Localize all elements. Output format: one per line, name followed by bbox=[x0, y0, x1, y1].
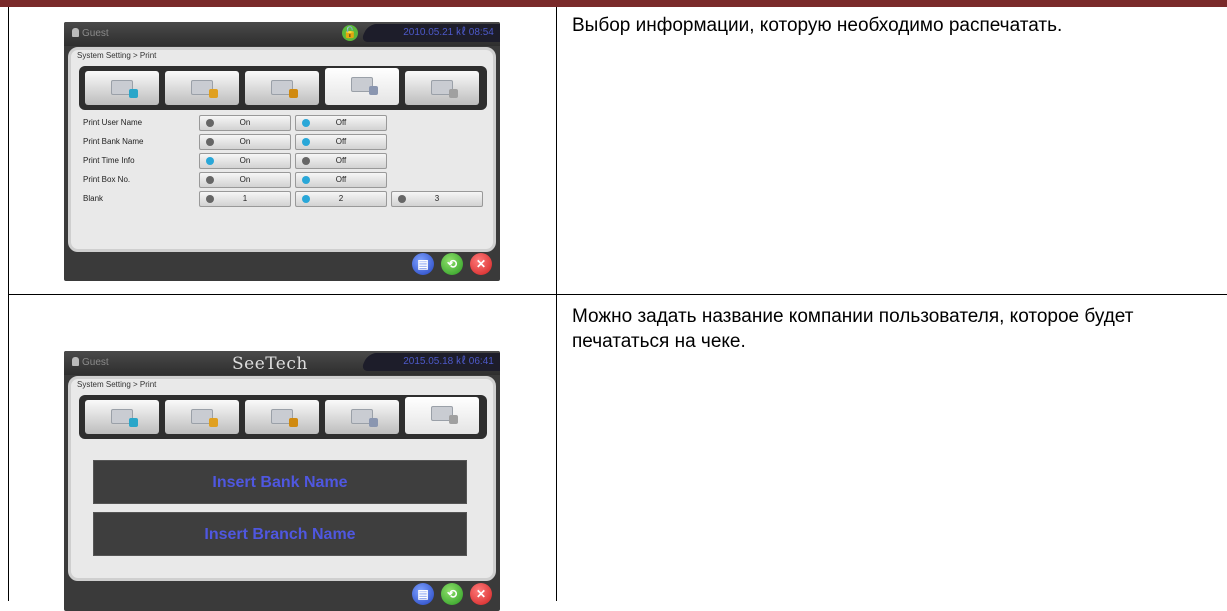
tab-user[interactable] bbox=[165, 71, 239, 105]
option-off[interactable]: Off bbox=[295, 172, 387, 188]
option-on[interactable]: On bbox=[199, 153, 291, 169]
option-off[interactable]: Off bbox=[295, 134, 387, 150]
table-row: Guest 🔓 2010.05.21 ㎘ 08:54 System Settin… bbox=[9, 7, 1227, 295]
option-on[interactable]: On bbox=[199, 134, 291, 150]
setting-row-bank-name: Print Bank Name On Off bbox=[79, 133, 487, 152]
setting-row-box-no: Print Box No. On Off bbox=[79, 171, 487, 190]
radio-dot-icon bbox=[302, 176, 310, 184]
setting-label: Print Time Info bbox=[83, 156, 135, 165]
option-off[interactable]: Off bbox=[295, 115, 387, 131]
breadcrumb: System Setting > Print bbox=[77, 51, 157, 60]
radio-dot-icon bbox=[206, 138, 214, 146]
setting-label: Print User Name bbox=[83, 118, 143, 127]
datetime-display: 2010.05.21 ㎘ 08:54 bbox=[360, 24, 500, 42]
radio-dot-icon bbox=[206, 176, 214, 184]
breadcrumb: System Setting > Print bbox=[77, 380, 157, 389]
table-row: Guest SeeTech 2015.05.18 ㎘ 06:41 System … bbox=[9, 296, 1227, 611]
printer-user-icon bbox=[191, 80, 218, 98]
option-on[interactable]: On bbox=[199, 115, 291, 131]
settings-list: Print User Name On Off Print Bank Name O… bbox=[79, 114, 487, 209]
option-on[interactable]: On bbox=[199, 172, 291, 188]
radio-dot-icon bbox=[206, 195, 214, 203]
tab-print[interactable] bbox=[325, 68, 399, 105]
return-icon[interactable]: ⟲ bbox=[441, 253, 463, 275]
tab-bar bbox=[79, 395, 487, 439]
header-bar bbox=[0, 0, 1227, 7]
setting-label: Blank bbox=[83, 194, 104, 203]
option-off[interactable]: Off bbox=[295, 153, 387, 169]
bank-name-input[interactable]: Insert Bank Name bbox=[93, 460, 467, 504]
tab-user[interactable] bbox=[165, 400, 239, 434]
user-label: Guest bbox=[72, 357, 109, 368]
row-description: Выбор информации, которую необходимо рас… bbox=[572, 15, 1063, 36]
setting-label: Print Bank Name bbox=[83, 137, 144, 146]
tab-print[interactable] bbox=[325, 400, 399, 434]
setting-label: Print Box No. bbox=[83, 175, 131, 184]
radio-dot-icon bbox=[206, 119, 214, 127]
tab-header[interactable] bbox=[405, 71, 479, 105]
settings-panel: System Setting > Print Insert Bank Name … bbox=[68, 376, 496, 581]
radio-dot-icon bbox=[302, 119, 310, 127]
printer-gear-icon bbox=[271, 409, 298, 427]
close-icon[interactable]: ✕ bbox=[470, 583, 492, 605]
tab-header[interactable] bbox=[405, 397, 479, 434]
printer-header-icon bbox=[431, 80, 458, 98]
device-screenshot-bank-name: Guest SeeTech 2015.05.18 ㎘ 06:41 System … bbox=[64, 351, 500, 611]
close-icon[interactable]: ✕ bbox=[470, 253, 492, 275]
user-icon bbox=[72, 357, 79, 366]
option-2[interactable]: 2 bbox=[295, 191, 387, 207]
radio-dot-icon bbox=[302, 157, 310, 165]
tab-display[interactable] bbox=[85, 400, 159, 434]
settings-panel: System Setting > Print Print User Name O… bbox=[68, 47, 496, 252]
branch-name-input[interactable]: Insert Branch Name bbox=[93, 512, 467, 556]
printer-icon bbox=[351, 77, 378, 95]
brand-logo: SeeTech bbox=[232, 354, 308, 374]
tab-config[interactable] bbox=[245, 400, 319, 434]
printer-user-icon bbox=[191, 409, 218, 427]
status-bar: Guest 🔓 2010.05.21 ㎘ 08:54 bbox=[64, 22, 500, 46]
printer-header-icon bbox=[431, 406, 458, 424]
return-icon[interactable]: ⟲ bbox=[441, 583, 463, 605]
option-3[interactable]: 3 bbox=[391, 191, 483, 207]
tab-display[interactable] bbox=[85, 71, 159, 105]
status-bar: Guest SeeTech 2015.05.18 ㎘ 06:41 bbox=[64, 351, 500, 375]
radio-dot-icon bbox=[302, 138, 310, 146]
radio-dot-icon bbox=[206, 157, 214, 165]
user-label: Guest bbox=[72, 28, 109, 39]
tab-bar bbox=[79, 66, 487, 110]
monitor-icon bbox=[111, 80, 138, 98]
device-screenshot-print-options: Guest 🔓 2010.05.21 ㎘ 08:54 System Settin… bbox=[64, 22, 500, 281]
option-1[interactable]: 1 bbox=[199, 191, 291, 207]
printer-gear-icon bbox=[271, 80, 298, 98]
tab-config[interactable] bbox=[245, 71, 319, 105]
radio-dot-icon bbox=[302, 195, 310, 203]
save-icon[interactable]: ▤ bbox=[412, 583, 434, 605]
row-description: Можно задать название компании пользоват… bbox=[572, 306, 1134, 352]
save-icon[interactable]: ▤ bbox=[412, 253, 434, 275]
setting-row-blank: Blank 1 2 3 bbox=[79, 190, 487, 209]
printer-icon bbox=[351, 409, 378, 427]
monitor-icon bbox=[111, 409, 138, 427]
setting-row-user-name: Print User Name On Off bbox=[79, 114, 487, 133]
user-icon bbox=[72, 28, 79, 37]
radio-dot-icon bbox=[398, 195, 406, 203]
unlock-icon[interactable]: 🔓 bbox=[342, 25, 358, 41]
setting-row-time-info: Print Time Info On Off bbox=[79, 152, 487, 171]
datetime-display: 2015.05.18 ㎘ 06:41 bbox=[360, 353, 500, 371]
document-table: Guest 🔓 2010.05.21 ㎘ 08:54 System Settin… bbox=[8, 7, 1227, 611]
